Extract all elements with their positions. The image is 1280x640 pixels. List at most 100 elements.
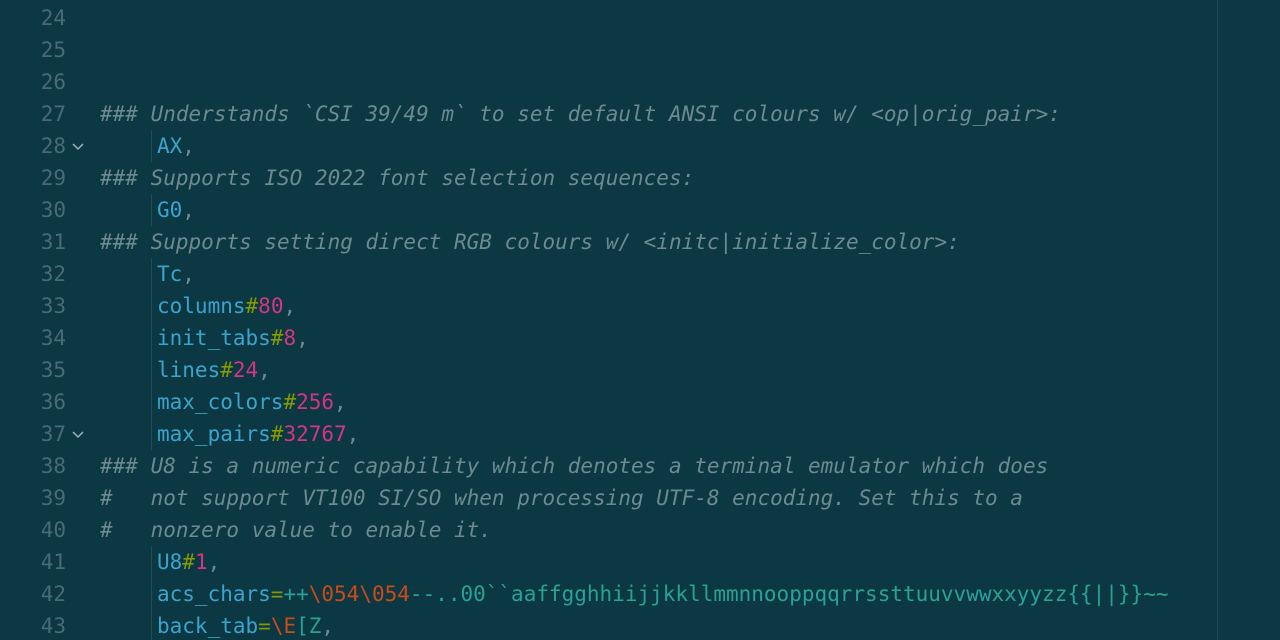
- line-number: 43: [0, 610, 70, 640]
- code-line[interactable]: U8#1,: [100, 546, 1280, 578]
- gutter-row: 34: [0, 322, 100, 354]
- gutter: 2425262728293031323334353637383940414243: [0, 0, 100, 640]
- indent-guide: [151, 194, 152, 226]
- token: # nonzero value to enable it.: [100, 514, 492, 546]
- line-number: 27: [0, 98, 70, 130]
- token: ,: [347, 418, 360, 450]
- code-line[interactable]: acs_chars=++\054\054--..00``aaffgghhiijj…: [100, 578, 1280, 610]
- code-line[interactable]: back_tab=\E[Z,: [100, 610, 1280, 640]
- line-number: 29: [0, 162, 70, 194]
- code-line[interactable]: # nonzero value to enable it.: [100, 514, 1280, 546]
- token: back_tab: [157, 610, 258, 640]
- token: columns: [157, 290, 246, 322]
- code-area[interactable]: ### Understands `CSI 39/49 m` to set def…: [100, 0, 1280, 640]
- indent-guide: [151, 386, 152, 418]
- gutter-row: 31: [0, 226, 100, 258]
- gutter-row: 32: [0, 258, 100, 290]
- line-number: 24: [0, 2, 70, 34]
- indent-guide: [151, 258, 152, 290]
- token: ,: [182, 194, 195, 226]
- token: 8: [283, 322, 296, 354]
- token: 256: [296, 386, 334, 418]
- code-line[interactable]: max_colors#256,: [100, 386, 1280, 418]
- gutter-row: 40: [0, 514, 100, 546]
- gutter-row: 38: [0, 450, 100, 482]
- line-number: 42: [0, 578, 70, 610]
- token: ,: [334, 386, 347, 418]
- line-number: 32: [0, 258, 70, 290]
- code-editor[interactable]: 2425262728293031323334353637383940414243…: [0, 0, 1280, 640]
- line-number: 30: [0, 194, 70, 226]
- token: AX: [157, 130, 182, 162]
- token: 1: [195, 546, 208, 578]
- fold-chevron-icon[interactable]: [70, 138, 100, 154]
- token: #: [182, 546, 195, 578]
- token: #: [283, 386, 296, 418]
- token: --..00``aaffgghhiijjkkllmmnnooppqqrrsstt…: [410, 578, 1169, 610]
- token: U8: [157, 546, 182, 578]
- token: ,: [182, 258, 195, 290]
- token: lines: [157, 354, 220, 386]
- token: #: [220, 354, 233, 386]
- gutter-row: 24: [0, 2, 100, 34]
- indent-guide: [151, 290, 152, 322]
- code-line[interactable]: ### Supports ISO 2022 font selection seq…: [100, 162, 1280, 194]
- token: ,: [258, 354, 271, 386]
- code-line[interactable]: ### Supports setting direct RGB colours …: [100, 226, 1280, 258]
- code-line[interactable]: AX,: [100, 130, 1280, 162]
- token: #: [246, 290, 259, 322]
- token: ### Supports setting direct RGB colours …: [100, 226, 960, 258]
- line-number: 40: [0, 514, 70, 546]
- indent-guide: [151, 610, 152, 640]
- token: acs_chars: [157, 578, 271, 610]
- gutter-row: 28: [0, 130, 100, 162]
- indent-guide: [151, 418, 152, 450]
- token: G0: [157, 194, 182, 226]
- token: ### U8 is a numeric capability which den…: [100, 450, 1048, 482]
- token: ,: [283, 290, 296, 322]
- token: [Z: [296, 610, 321, 640]
- gutter-row: 37: [0, 418, 100, 450]
- line-number: 37: [0, 418, 70, 450]
- code-line[interactable]: init_tabs#8,: [100, 322, 1280, 354]
- line-number: 28: [0, 130, 70, 162]
- token: ,: [182, 130, 195, 162]
- gutter-row: 41: [0, 546, 100, 578]
- line-number: 34: [0, 322, 70, 354]
- code-line[interactable]: lines#24,: [100, 354, 1280, 386]
- fold-chevron-icon[interactable]: [70, 426, 100, 442]
- code-line[interactable]: # not support VT100 SI/SO when processin…: [100, 482, 1280, 514]
- code-line[interactable]: columns#80,: [100, 290, 1280, 322]
- line-number: 36: [0, 386, 70, 418]
- indent-guide: [151, 130, 152, 162]
- gutter-row: 35: [0, 354, 100, 386]
- line-number: 35: [0, 354, 70, 386]
- gutter-row: 39: [0, 482, 100, 514]
- token: max_pairs: [157, 418, 271, 450]
- token: ,: [321, 610, 334, 640]
- indent-guide: [151, 546, 152, 578]
- token: ### Understands `CSI 39/49 m` to set def…: [100, 98, 1061, 130]
- indent-guide: [151, 354, 152, 386]
- token: init_tabs: [157, 322, 271, 354]
- token: \E: [271, 610, 296, 640]
- token: 32767: [283, 418, 346, 450]
- code-line[interactable]: ### Understands `CSI 39/49 m` to set def…: [100, 98, 1280, 130]
- code-line[interactable]: ### U8 is a numeric capability which den…: [100, 450, 1280, 482]
- gutter-row: 33: [0, 290, 100, 322]
- line-number: 33: [0, 290, 70, 322]
- gutter-row: 43: [0, 610, 100, 640]
- line-number: 31: [0, 226, 70, 258]
- token: ### Supports ISO 2022 font selection seq…: [100, 162, 694, 194]
- code-line[interactable]: Tc,: [100, 258, 1280, 290]
- line-number: 41: [0, 546, 70, 578]
- code-line[interactable]: G0,: [100, 194, 1280, 226]
- gutter-row: 29: [0, 162, 100, 194]
- gutter-row: 36: [0, 386, 100, 418]
- code-line[interactable]: max_pairs#32767,: [100, 418, 1280, 450]
- token: ++: [283, 578, 308, 610]
- token: ,: [296, 322, 309, 354]
- token: #: [271, 322, 284, 354]
- token: =: [258, 610, 271, 640]
- token: =: [271, 578, 284, 610]
